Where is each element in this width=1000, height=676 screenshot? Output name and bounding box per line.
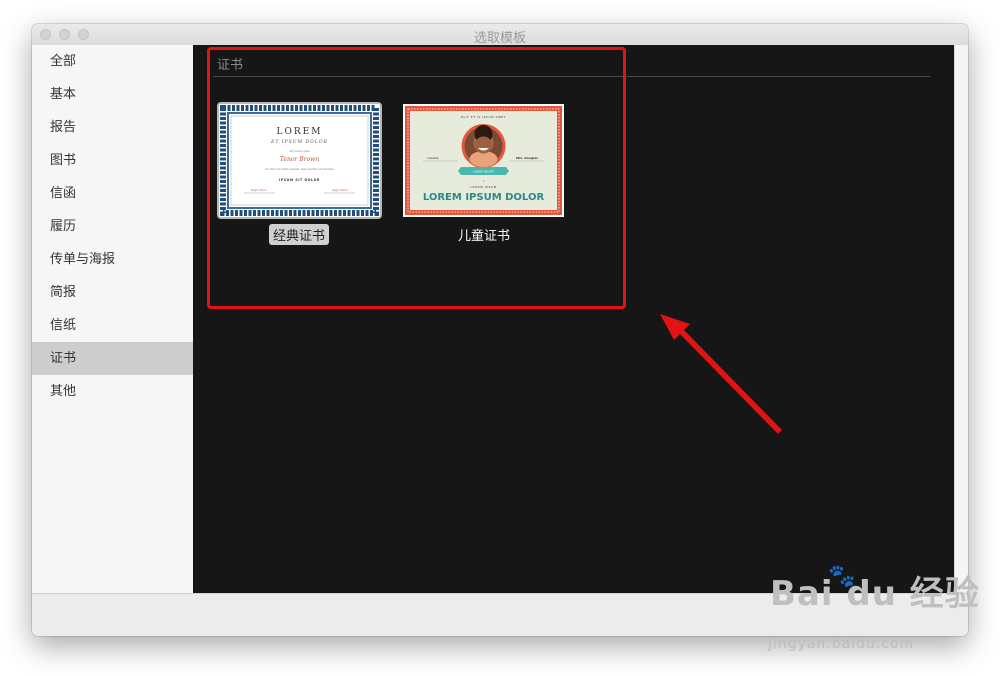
watermark-url: jingyan.baidu.com [768, 636, 915, 652]
watermark-logo: Bai du 经验 [770, 574, 980, 614]
paw-icon: 🐾 [828, 564, 856, 589]
